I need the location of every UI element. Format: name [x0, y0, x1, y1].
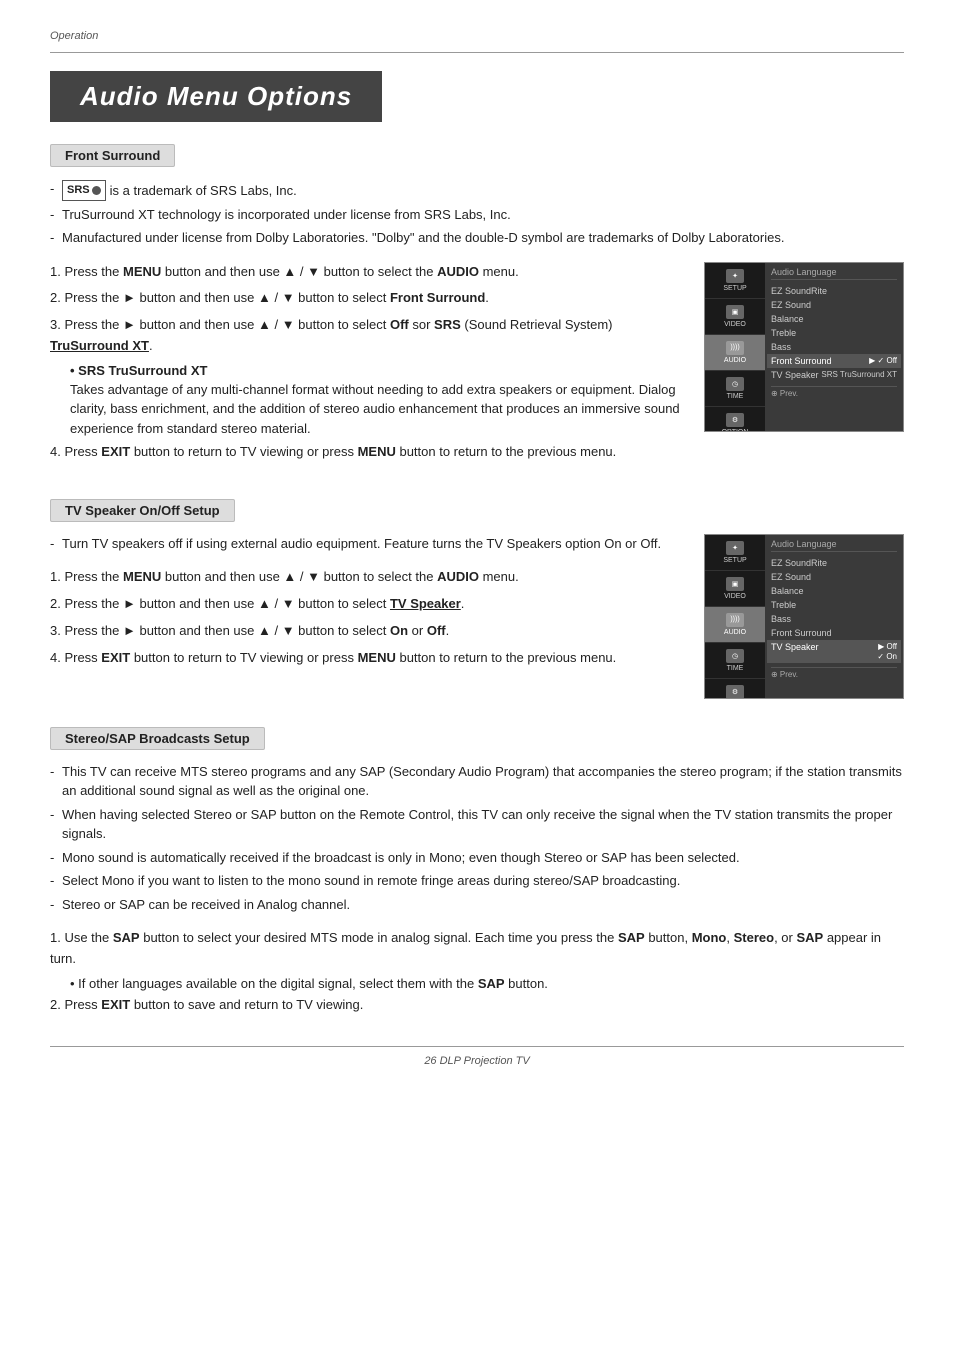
menu-right-panel-1: Audio Language EZ SoundRite EZ Sound Bal…: [765, 263, 903, 431]
sap-step-1-sub: • If other languages available on the di…: [70, 976, 904, 991]
bullet-mts: This TV can receive MTS stereo programs …: [50, 762, 904, 801]
tv-speaker-steps: Turn TV speakers off if using external a…: [50, 534, 684, 675]
section-label-stereo-sap: Stereo/SAP Broadcasts Setup: [50, 727, 265, 750]
front-surround-bullets: SRS is a trademark of SRS Labs, Inc. Tru…: [50, 179, 904, 248]
menu-item-ezsoundrite-1: EZ SoundRite: [771, 284, 897, 298]
srs-trusurround-title: • SRS TruSurround XT: [70, 363, 684, 378]
page-footer: 26 DLP Projection TV: [50, 1055, 904, 1067]
time-icon-1: ◷: [726, 377, 744, 391]
setup-icon-2: ✦: [726, 541, 744, 555]
audio-icon-1: )))): [726, 341, 744, 355]
srs-logo-icon: SRS: [62, 180, 106, 201]
bullet-remote: When having selected Stereo or SAP butto…: [50, 805, 904, 844]
menu-item-balance-1: Balance: [771, 312, 897, 326]
menu-left-panel-1: ✦ SETUP ▣ VIDEO )))) AUDIO ◷ TIME: [705, 263, 765, 431]
menu-item-time-1: ◷ TIME: [705, 371, 765, 407]
menu-item-option-2: ⚙ OPTION: [705, 679, 765, 699]
tv-step-2: 2. Press the ► button and then use ▲ / ▼…: [50, 594, 684, 615]
video-icon-2: ▣: [726, 577, 744, 591]
menu-item-frontsurround-1: Front Surround▶ ✓ Off: [767, 354, 901, 368]
menu-item-bass-1: Bass: [771, 340, 897, 354]
audio-icon-2: )))): [726, 613, 744, 627]
video-icon-1: ▣: [726, 305, 744, 319]
step-1: 1. Press the MENU button and then use ▲ …: [50, 262, 684, 283]
menu-item-ezsound-1: EZ Sound: [771, 298, 897, 312]
section-front-surround: Front Surround SRS is a trademark of SRS…: [50, 144, 904, 469]
menu-footer-2: ⊕ Prev.: [771, 667, 897, 679]
menu-right-panel-2: Audio Language EZ SoundRite EZ Sound Bal…: [765, 535, 903, 698]
tv-step-1: 1. Press the MENU button and then use ▲ …: [50, 567, 684, 588]
bullet-srs-trademark: SRS is a trademark of SRS Labs, Inc.: [50, 179, 904, 201]
menu-item-audio-1: )))) AUDIO: [705, 335, 765, 371]
bullet-dolby: Manufactured under license from Dolby La…: [50, 228, 904, 248]
step-3: 3. Press the ► button and then use ▲ / ▼…: [50, 315, 684, 357]
menu-item-frontsurround-2: Front Surround: [771, 626, 897, 640]
setup-icon-1: ✦: [726, 269, 744, 283]
menu-item-ezsoundrite-2: EZ SoundRite: [771, 556, 897, 570]
menu-item-setup-1: ✦ SETUP: [705, 263, 765, 299]
menu-item-video-2: ▣ VIDEO: [705, 571, 765, 607]
menu-left-panel-2: ✦ SETUP ▣ VIDEO )))) AUDIO ◷ TIME: [705, 535, 765, 698]
top-divider: [50, 52, 904, 53]
section-tv-speaker: TV Speaker On/Off Setup Turn TV speakers…: [50, 499, 904, 699]
menu-item-balance-2: Balance: [771, 584, 897, 598]
sap-step-1: 1. Use the SAP button to select your des…: [50, 928, 904, 970]
menu-item-tvspeaker-1: TV SpeakerSRS TruSurround XT: [771, 368, 897, 382]
menu-item-treble-1: Treble: [771, 326, 897, 340]
option-icon-2: ⚙: [726, 685, 744, 699]
page-title: Audio Menu Options: [50, 71, 382, 122]
option-icon-1: ⚙: [726, 413, 744, 427]
bottom-divider: [50, 1046, 904, 1047]
menu-item-audio-2: )))) AUDIO: [705, 607, 765, 643]
tv-speaker-content: Turn TV speakers off if using external a…: [50, 534, 904, 699]
breadcrumb: Operation: [50, 30, 904, 42]
front-surround-steps: 1. Press the MENU button and then use ▲ …: [50, 262, 684, 469]
menu-item-video-1: ▣ VIDEO: [705, 299, 765, 335]
front-surround-content: 1. Press the MENU button and then use ▲ …: [50, 262, 904, 469]
menu-item-treble-2: Treble: [771, 598, 897, 612]
bullet-analog: Stereo or SAP can be received in Analog …: [50, 895, 904, 915]
section-label-tv-speaker: TV Speaker On/Off Setup: [50, 499, 235, 522]
section-label-front-surround: Front Surround: [50, 144, 175, 167]
menu-footer-1: ⊕ Prev.: [771, 386, 897, 398]
menu-item-time-2: ◷ TIME: [705, 643, 765, 679]
tv-speaker-bullets: Turn TV speakers off if using external a…: [50, 534, 684, 554]
menu-item-bass-2: Bass: [771, 612, 897, 626]
bullet-mono: Mono sound is automatically received if …: [50, 848, 904, 868]
step-4: 4. Press EXIT button to return to TV vie…: [50, 442, 684, 463]
tv-step-3: 3. Press the ► button and then use ▲ / ▼…: [50, 621, 684, 642]
menu-screenshot-2: ✦ SETUP ▣ VIDEO )))) AUDIO ◷ TIME: [704, 534, 904, 699]
menu-item-setup-2: ✦ SETUP: [705, 535, 765, 571]
srs-trusurround-desc: Takes advantage of any multi-channel for…: [70, 380, 684, 439]
section-stereo-sap: Stereo/SAP Broadcasts Setup This TV can …: [50, 727, 904, 1016]
stereo-sap-bullets: This TV can receive MTS stereo programs …: [50, 762, 904, 915]
menu-title-1: Audio Language: [771, 267, 897, 280]
menu-item-ezsound-2: EZ Sound: [771, 570, 897, 584]
time-icon-2: ◷: [726, 649, 744, 663]
menu-item-option-1: ⚙ OPTION: [705, 407, 765, 432]
menu-title-2: Audio Language: [771, 539, 897, 552]
menu-screenshot-1: ✦ SETUP ▣ VIDEO )))) AUDIO ◷ TIME: [704, 262, 904, 432]
sap-step-2: 2. Press EXIT button to save and return …: [50, 995, 904, 1016]
step-2: 2. Press the ► button and then use ▲ / ▼…: [50, 288, 684, 309]
menu-item-tvspeaker-2: TV Speaker ▶ Off ✓ On: [767, 640, 901, 663]
bullet-selectmono: Select Mono if you want to listen to the…: [50, 871, 904, 891]
tv-step-4: 4. Press EXIT button to return to TV vie…: [50, 648, 684, 669]
bullet-tv-speaker-off: Turn TV speakers off if using external a…: [50, 534, 684, 554]
bullet-trusurround: TruSurround XT technology is incorporate…: [50, 205, 904, 225]
